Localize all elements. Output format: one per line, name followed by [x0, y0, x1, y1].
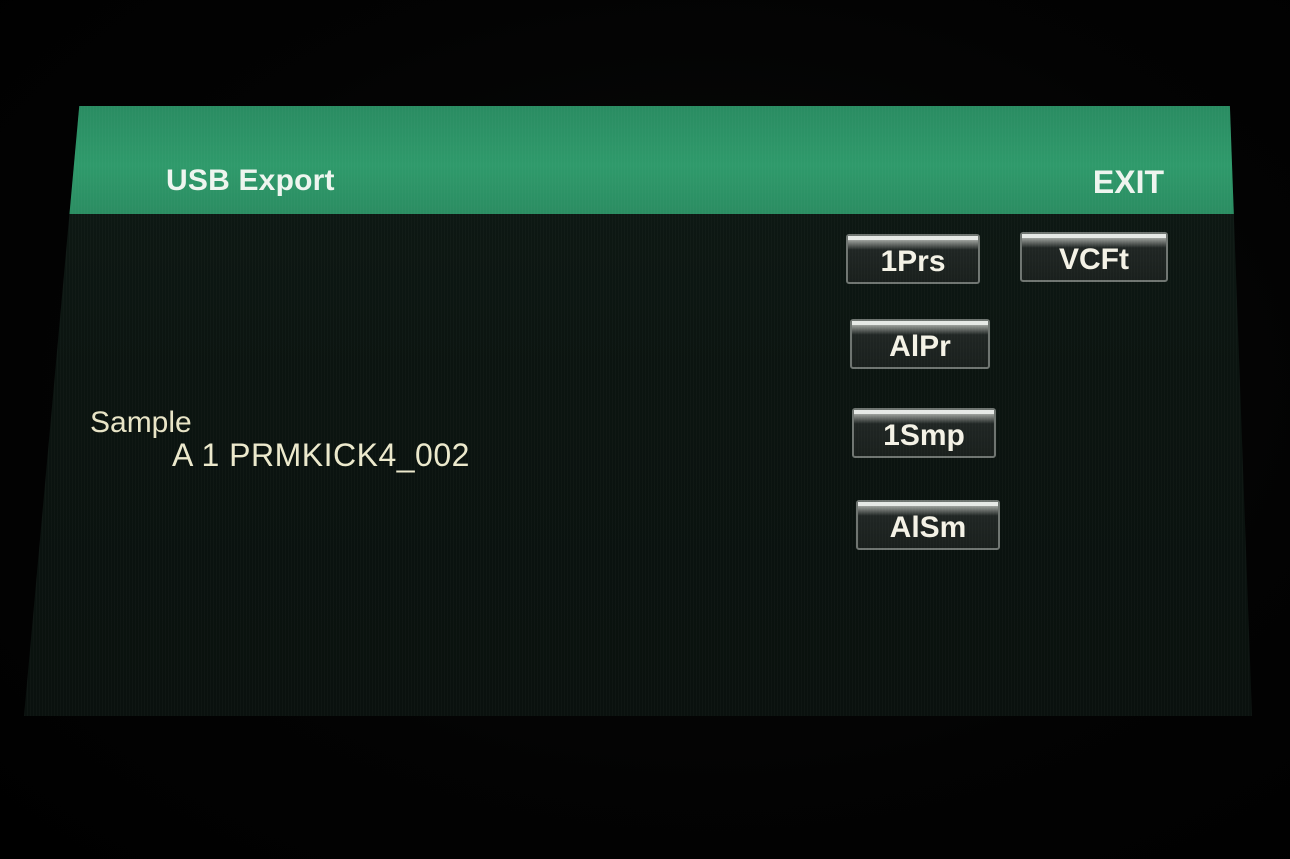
one-preset-button[interactable]: 1Prs [846, 234, 980, 284]
exit-button[interactable]: EXIT [1093, 164, 1164, 201]
lcd-screen: USB Export EXIT Sample A 1 PRMKICK4_002 … [24, 106, 1252, 716]
all-presets-button[interactable]: AlPr [850, 319, 990, 369]
all-samples-button[interactable]: AlSm [856, 500, 1000, 550]
page-title: USB Export [166, 164, 335, 197]
all-presets-button-label: AlPr [889, 330, 951, 363]
one-sample-button[interactable]: 1Smp [852, 408, 996, 458]
vcf-table-button-label: VCFt [1059, 243, 1129, 276]
one-sample-button-label: 1Smp [883, 419, 965, 452]
sample-label: Sample [90, 406, 192, 439]
one-preset-button-label: 1Prs [880, 245, 946, 278]
all-samples-button-label: AlSm [889, 511, 967, 544]
sample-value[interactable]: A 1 PRMKICK4_002 [172, 437, 470, 474]
header-bar: USB Export EXIT [24, 106, 1252, 214]
device-photo-frame: USB Export EXIT Sample A 1 PRMKICK4_002 … [0, 0, 1290, 859]
vcf-table-button[interactable]: VCFt [1020, 232, 1168, 282]
